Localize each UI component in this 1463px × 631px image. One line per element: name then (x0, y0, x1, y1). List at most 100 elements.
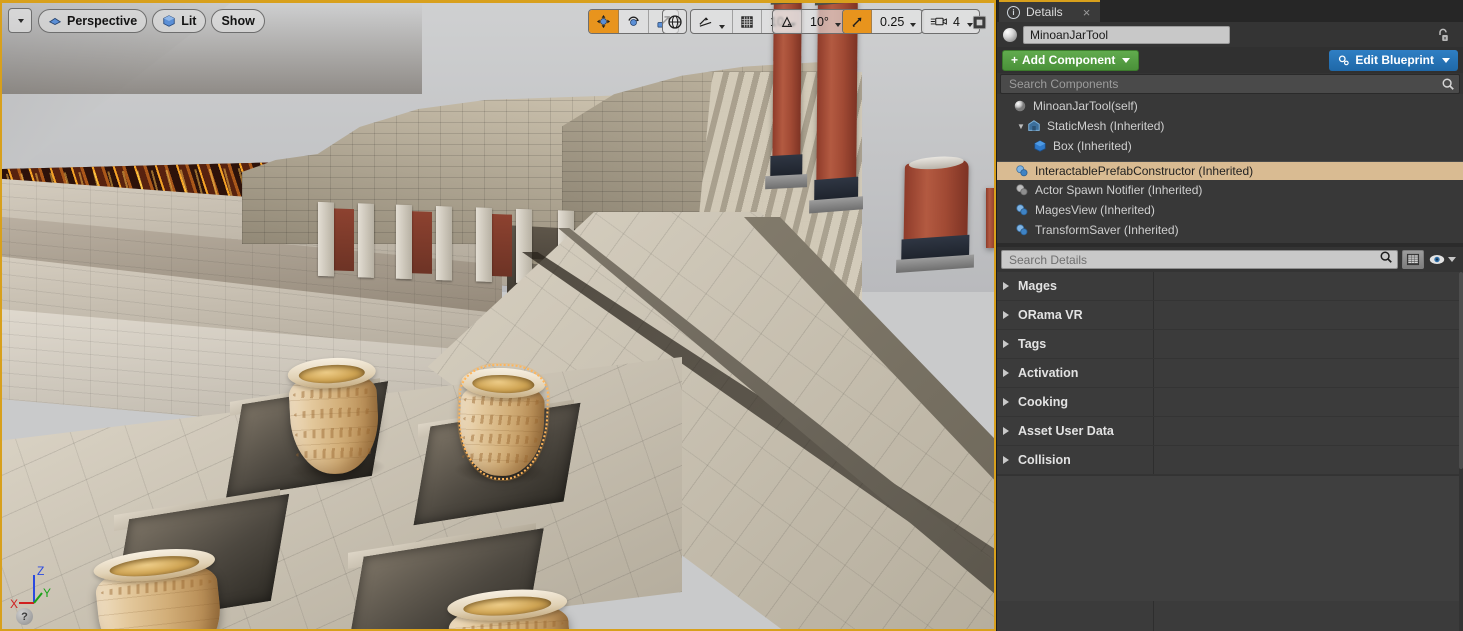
category-label: Mages (1018, 279, 1057, 293)
view-options-button[interactable] (1428, 253, 1459, 266)
grid-layout-icon (1406, 253, 1420, 266)
category-asset-user-data[interactable]: Asset User Data (997, 417, 1463, 446)
translate-mode-button[interactable] (589, 10, 619, 33)
component-label: Actor Spawn Notifier (Inherited) (1035, 183, 1203, 197)
globe-icon (667, 14, 682, 29)
search-details-input[interactable] (1009, 252, 1379, 267)
axis-z-label: Z (37, 564, 44, 578)
add-component-label: Add Component (1022, 53, 1116, 67)
category-empty-area (997, 475, 1463, 601)
component-row-magesview[interactable]: MagesView (Inherited) (997, 200, 1463, 220)
details-categories[interactable]: Mages ORama VR Tags Activation Cooking A… (997, 272, 1463, 631)
component-row-transformsaver[interactable]: TransformSaver (Inherited) (997, 220, 1463, 240)
lighting-mode-button[interactable]: Lit (152, 9, 207, 33)
eye-icon (1429, 255, 1445, 264)
surface-snap-button[interactable] (691, 10, 733, 33)
actor-name-input[interactable]: MinoanJarTool (1023, 25, 1230, 44)
search-components-bar[interactable] (1000, 74, 1460, 94)
search-components-input[interactable] (1009, 77, 1441, 91)
maximize-icon (972, 15, 986, 29)
minoan-jar-actor-selected[interactable] (452, 366, 548, 486)
component-row-staticmesh[interactable]: ▼ StaticMesh (Inherited) (997, 116, 1463, 136)
category-collision[interactable]: Collision (997, 446, 1463, 475)
tab-details[interactable]: i Details × (999, 0, 1101, 22)
details-panel: i Details × MinoanJarTool + Add Componen… (996, 0, 1463, 631)
chevron-right-icon (1003, 311, 1009, 319)
category-orama-vr[interactable]: ORama VR (997, 301, 1463, 330)
maximize-viewport-button[interactable] (968, 11, 990, 33)
rotate-icon (628, 16, 639, 26)
details-scrollbar[interactable] (1459, 272, 1463, 631)
component-row-self[interactable]: MinoanJarTool(self) (997, 96, 1463, 116)
search-icon (1379, 250, 1393, 269)
component-tree[interactable]: MinoanJarTool(self) ▼ StaticMesh (Inheri… (997, 94, 1463, 243)
perspective-icon (48, 17, 62, 25)
grid-snap-toggle[interactable] (733, 10, 762, 33)
viewport-menu-group[interactable] (8, 8, 32, 33)
minoan-jar-actor[interactable] (446, 585, 574, 629)
component-label: TransformSaver (Inherited) (1035, 223, 1179, 237)
perspective-label: Perspective (67, 14, 138, 28)
gear-icon (1339, 54, 1350, 65)
chevron-right-icon (1003, 398, 1009, 406)
expand-arrow-icon[interactable]: ▼ (1015, 122, 1027, 131)
camera-speed-value-label: 4 (953, 14, 960, 29)
scale-snap-value-label: 0.25 (880, 14, 905, 29)
category-label: Tags (1018, 337, 1047, 351)
component-row-interactable-prefab-constructor[interactable]: InteractablePrefabConstructor (Inherited… (997, 161, 1463, 180)
search-details-bar[interactable] (1001, 250, 1398, 269)
chevron-down-icon (719, 24, 725, 29)
category-label: Asset User Data (1018, 424, 1114, 438)
component-label: StaticMesh (Inherited) (1047, 119, 1165, 133)
edit-blueprint-button[interactable]: Edit Blueprint (1329, 49, 1458, 71)
rotate-mode-button[interactable] (619, 10, 649, 33)
minoan-jar-actor[interactable] (92, 543, 226, 629)
axis-y-label: Y (43, 586, 51, 600)
category-mages[interactable]: Mages (997, 272, 1463, 301)
add-component-button[interactable]: + Add Component (1002, 49, 1140, 71)
chevron-right-icon (1003, 340, 1009, 348)
perspective-button[interactable]: Perspective (38, 9, 148, 33)
column-layout-toggle[interactable] (1402, 250, 1424, 269)
component-actions-row: + Add Component Edit Blueprint (997, 47, 1463, 73)
lighting-mode-label: Lit (181, 14, 197, 28)
chevron-right-icon (1003, 282, 1009, 290)
scale-snap-group[interactable]: 0.25 (842, 9, 924, 34)
blueprint-component-icon (1015, 223, 1030, 238)
category-label: Cooking (1018, 395, 1068, 409)
minoan-column-distant (986, 188, 994, 248)
chevron-right-icon (1003, 427, 1009, 435)
scale-snap-value[interactable]: 0.25 (872, 10, 922, 33)
scale-snap-toggle[interactable] (843, 10, 872, 33)
box-icon (1033, 139, 1048, 154)
category-tags[interactable]: Tags (997, 330, 1463, 359)
chevron-right-icon (1003, 369, 1009, 377)
actor-icon (1003, 27, 1017, 42)
component-row-actor-spawn-notifier[interactable]: Actor Spawn Notifier (Inherited) (997, 180, 1463, 200)
edit-blueprint-label: Edit Blueprint (1355, 53, 1434, 67)
viewport-options-menu[interactable] (9, 9, 31, 32)
camera-icon (930, 17, 947, 26)
component-label: MagesView (Inherited) (1035, 203, 1155, 217)
component-row-box[interactable]: Box (Inherited) (997, 136, 1463, 156)
viewport-help-button[interactable]: ? (16, 608, 33, 625)
details-search-row (997, 247, 1463, 272)
viewport-3d-scene[interactable] (2, 2, 994, 629)
coordinate-system-button[interactable] (662, 9, 687, 34)
angle-snap-toggle[interactable] (773, 10, 802, 33)
angle-icon (781, 15, 793, 27)
blueprint-component-icon (1015, 164, 1030, 179)
show-menu-button[interactable]: Show (211, 9, 265, 33)
minoan-jar-actor[interactable] (286, 355, 387, 485)
axis-x-label: X (10, 597, 18, 611)
angle-snap-group[interactable]: 10° (772, 9, 848, 34)
lock-icon[interactable] (1435, 27, 1451, 43)
category-activation[interactable]: Activation (997, 359, 1463, 388)
close-icon[interactable]: × (1083, 6, 1091, 19)
scrollbar-thumb[interactable] (1459, 272, 1463, 470)
category-cooking[interactable]: Cooking (997, 388, 1463, 417)
component-label: MinoanJarTool(self) (1033, 99, 1138, 113)
level-viewport[interactable]: Perspective Lit Show 10° 0.25 4 Z Y X ? (0, 0, 996, 631)
angle-snap-value[interactable]: 10° (802, 10, 847, 33)
chevron-right-icon (1003, 456, 1009, 464)
